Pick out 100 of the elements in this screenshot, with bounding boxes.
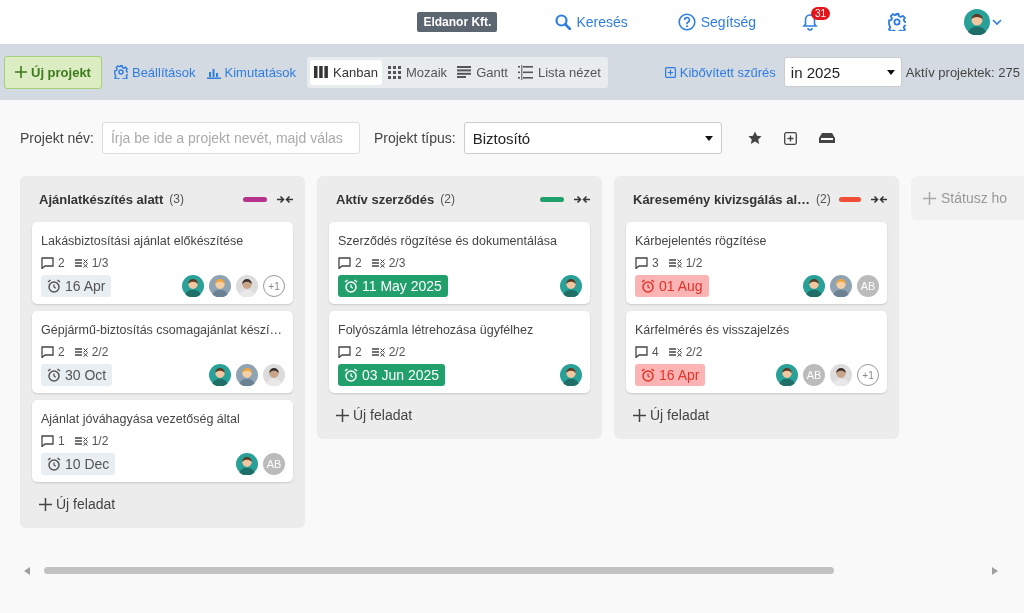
checklist-count: 2/3 (388, 256, 406, 270)
task-title[interactable]: Ajánlat jóváhagyása vezetőség által (41, 412, 240, 426)
checklist-icon (371, 347, 385, 357)
scrollbar-thumb[interactable] (44, 567, 834, 574)
grid-icon (387, 65, 401, 79)
avatar-icon (236, 275, 258, 297)
due-date-tag: 03 Jun 2025 (338, 364, 446, 386)
add-task-button[interactable]: Új feladat (626, 400, 717, 427)
year-dropdown[interactable]: in 2025 (783, 57, 902, 87)
avatar-icon (560, 364, 582, 386)
alarm-clock-icon (344, 279, 358, 293)
company-name-label: Eldanor Kft. (417, 12, 498, 32)
checklist-icon (74, 258, 88, 268)
task-title[interactable]: Lakásbiztosítási ajánlat előkészítése (41, 234, 244, 248)
view-tab[interactable]: Mozaik (383, 59, 452, 85)
avatar-icon (209, 364, 231, 386)
avatar-icon (776, 364, 798, 386)
task-card[interactable]: Gépjármű-biztosítás csomagajánlat készí… 2 2/2 30 Oct (32, 311, 293, 393)
settings-icon[interactable] (888, 13, 906, 31)
task-title[interactable]: Gépjármű-biztosítás csomagajánlat készí… (41, 323, 283, 337)
task-title[interactable]: Kárbejelentés rögzítése (635, 234, 767, 248)
tray-icon[interactable] (818, 132, 835, 144)
add-task-button[interactable]: Új feladat (329, 400, 420, 427)
plus-icon (923, 191, 936, 205)
alarm-clock-icon (641, 279, 655, 293)
chevron-down-icon[interactable] (992, 18, 1002, 26)
task-title[interactable]: Szerződés rögzítése és dokumentálása (338, 234, 557, 248)
task-card[interactable]: Szerződés rögzítése és dokumentálása 2 2/3 11 May 2025 (329, 222, 590, 304)
comment-count: 2 (58, 256, 65, 270)
column-title: Ajánlatkészítés alatt (39, 191, 164, 207)
column-title: Aktív szerződés (336, 191, 435, 207)
plus-icon (633, 408, 646, 422)
new-project-button[interactable]: Új projekt (4, 55, 102, 89)
column-task-count: (2) (816, 192, 832, 206)
plus-icon (15, 66, 27, 78)
avatar-initials: AB (857, 275, 879, 297)
task-card[interactable]: Kárbejelentés rögzítése 3 1/2 01 Aug AB (626, 222, 887, 304)
collapse-arrows-icon[interactable] (871, 194, 887, 204)
active-projects-count: Aktív projektek: 275 (905, 64, 1020, 80)
avatar-icon (803, 275, 825, 297)
plus-icon (39, 497, 52, 511)
columns-icon (314, 66, 329, 78)
avatar-icon (182, 275, 204, 297)
comment-count: 2 (58, 345, 65, 359)
project-name-label: Projekt név: (20, 130, 94, 146)
column-task-count: (2) (440, 192, 456, 206)
task-card[interactable]: Ajánlat jóváhagyása vezetőség által 1 1/2 10 Dec AB (32, 400, 293, 482)
add-task-button[interactable]: Új feladat (32, 489, 123, 516)
comment-count: 4 (652, 345, 659, 359)
lines-icon (457, 66, 472, 78)
view-tab[interactable]: Kanban (310, 59, 382, 85)
plus-square-icon (664, 66, 676, 78)
plus-icon (336, 408, 349, 422)
task-title[interactable]: Kárfelmérés és visszajelzés (635, 323, 790, 337)
checklist-count: 1/2 (91, 434, 109, 448)
star-icon[interactable] (747, 131, 762, 145)
view-tab[interactable]: Gantt (453, 59, 512, 85)
column-task-count: (3) (169, 192, 185, 206)
plus-square-icon[interactable] (783, 131, 797, 145)
help-link[interactable]: Segítség (677, 13, 756, 31)
comment-icon (41, 346, 54, 358)
avatar-initials: AB (803, 364, 825, 386)
checklist-icon (668, 347, 682, 357)
search-link[interactable]: Keresés (555, 14, 628, 30)
view-tab[interactable]: Lista nézet (513, 59, 605, 85)
comment-icon (635, 346, 648, 358)
task-card[interactable]: Kárfelmérés és visszajelzés 4 2/2 16 Apr AB +1 (626, 311, 887, 393)
due-date-tag: 11 May 2025 (338, 275, 448, 297)
due-date-tag: 10 Dec (41, 453, 116, 475)
alarm-clock-icon (47, 279, 61, 293)
checklist-count: 2/2 (91, 345, 109, 359)
comment-icon (338, 257, 351, 269)
project-name-input[interactable]: Írja be ide a projekt nevét, majd válas (101, 122, 360, 154)
task-title[interactable]: Folyószámla létrehozása ügyfélhez (338, 323, 534, 337)
gear-icon (113, 65, 128, 79)
checklist-icon (668, 258, 682, 268)
user-avatar-icon[interactable] (964, 9, 990, 35)
comment-icon (338, 346, 351, 358)
avatar-icon (236, 364, 258, 386)
help-icon (677, 13, 696, 31)
avatar-icon (209, 275, 231, 297)
alarm-clock-icon (47, 457, 61, 471)
task-card[interactable]: Folyószámla létrehozása ügyfélhez 2 2/2 03 Jun 2025 (329, 311, 590, 393)
column-title: Káresemény kivizsgálás al… (633, 191, 811, 207)
checklist-count: 1/2 (685, 256, 703, 270)
notification-badge: 31 (811, 7, 831, 20)
due-date-tag: 16 Apr (635, 364, 706, 386)
collapse-arrows-icon[interactable] (277, 194, 293, 204)
project-type-dropdown[interactable]: Biztosító (463, 122, 722, 154)
checklist-icon (74, 347, 88, 357)
avatar-icon (830, 364, 852, 386)
checklist-icon (371, 258, 385, 268)
avatar-icon (263, 364, 285, 386)
task-card[interactable]: Lakásbiztosítási ajánlat előkészítése 2 1/3 16 Apr +1 (32, 222, 293, 304)
checklist-count: 2/2 (388, 345, 406, 359)
collapse-arrows-icon[interactable] (574, 194, 590, 204)
comment-count: 2 (355, 345, 362, 359)
comment-icon (41, 257, 54, 269)
checklist-count: 2/2 (685, 345, 703, 359)
alarm-clock-icon (641, 368, 655, 382)
